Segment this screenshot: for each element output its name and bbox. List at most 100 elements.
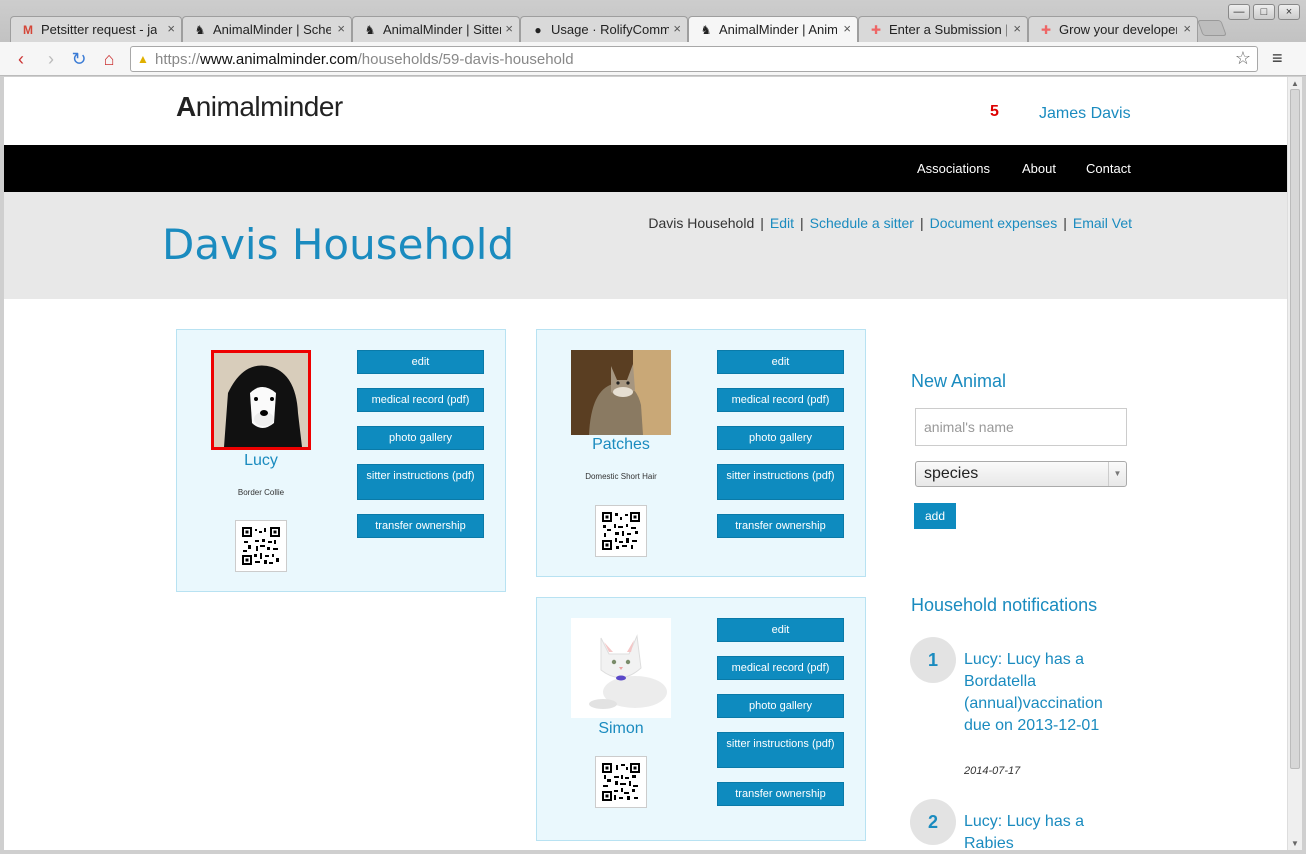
main-navbar: Associations About Contact	[4, 145, 1287, 192]
animal-card-patches: Patches Domestic Short Hair edit medical…	[536, 329, 866, 577]
add-animal-button[interactable]: add	[914, 503, 956, 529]
household-actions: Davis Household | Edit | Schedule a sitter | D…	[648, 215, 1132, 231]
browser-tab-active[interactable]: ♞ AnimalMinder | Anim ×	[688, 16, 858, 42]
browser-tab[interactable]: ♞ AnimalMinder | Schec ×	[182, 16, 352, 42]
animal-photo-patches[interactable]	[571, 350, 671, 435]
notification-number: 2	[910, 799, 956, 845]
new-animal-heading: New Animal	[911, 371, 1007, 391]
browser-tab[interactable]: ♞ AnimalMinder | Sitter ×	[352, 16, 520, 42]
species-select[interactable]: species ▼	[915, 461, 1127, 487]
edit-household-link[interactable]: Edit	[770, 215, 794, 231]
photo-gallery-button[interactable]: photo gallery	[717, 426, 844, 450]
sitter-instructions-button[interactable]: sitter instructions (pdf)	[357, 464, 484, 500]
close-icon[interactable]: ×	[1013, 21, 1021, 36]
medical-record-button[interactable]: medical record (pdf)	[717, 388, 844, 412]
notification-flag-icon[interactable]: 5	[990, 103, 1014, 127]
page-scrollbar[interactable]: ▲ ▼	[1287, 77, 1302, 850]
close-icon[interactable]: ×	[505, 21, 513, 36]
nav-associations[interactable]: Associations	[917, 161, 990, 176]
animal-breed: Border Collie	[237, 488, 285, 497]
puzzle-icon: ✚	[1040, 23, 1052, 37]
medical-record-button[interactable]: medical record (pdf)	[357, 388, 484, 412]
crumb-current: Davis Household	[648, 215, 755, 231]
animal-breed: Domestic Short Hair	[585, 472, 657, 481]
edit-button[interactable]: edit	[717, 350, 844, 374]
lock-warning-icon: ▲	[137, 52, 149, 66]
scroll-down-icon[interactable]: ▼	[1291, 839, 1299, 848]
notification-count: 5	[990, 103, 999, 120]
close-icon[interactable]: ×	[337, 21, 345, 36]
url-path: /households/59-davis-household	[357, 51, 574, 68]
separator: |	[760, 215, 764, 231]
puzzle-icon: ✚	[870, 23, 882, 37]
nav-about[interactable]: About	[1022, 161, 1056, 176]
user-menu[interactable]: James Davis	[1039, 105, 1131, 123]
animal-photo-lucy[interactable]	[211, 350, 311, 450]
transfer-ownership-button[interactable]: transfer ownership	[717, 514, 844, 538]
browser-tab[interactable]: M Petsitter request - ja ×	[10, 16, 182, 42]
document-expenses-link[interactable]: Document expenses	[930, 215, 1058, 231]
notification-link[interactable]: Lucy: Lucy has a Bordatella (annual)vacc…	[964, 649, 1126, 737]
notification-item: 2 Lucy: Lucy has a Rabies	[910, 799, 1130, 850]
tab-title: AnimalMinder | Sitter	[383, 22, 501, 37]
browser-tab[interactable]: ✚ Grow your developer ×	[1028, 16, 1198, 42]
animal-name[interactable]: Patches	[571, 436, 671, 454]
qr-code[interactable]	[595, 505, 647, 557]
address-bar[interactable]: ▲ https://www.animalminder.com/household…	[130, 46, 1258, 72]
close-icon[interactable]: ×	[167, 21, 175, 36]
close-icon[interactable]: ×	[673, 21, 681, 36]
browser-tab[interactable]: ✚ Enter a Submission | C ×	[858, 16, 1028, 42]
photo-gallery-button[interactable]: photo gallery	[717, 694, 844, 718]
edit-button[interactable]: edit	[357, 350, 484, 374]
animal-name[interactable]: Lucy	[211, 452, 311, 470]
sitter-instructions-button[interactable]: sitter instructions (pdf)	[717, 732, 844, 768]
close-icon[interactable]: ×	[1183, 21, 1191, 36]
bookmark-star-icon[interactable]: ☆	[1235, 48, 1251, 69]
maximize-button[interactable]: □	[1253, 4, 1275, 20]
notification-link[interactable]: Lucy: Lucy has a Rabies	[964, 811, 1126, 850]
separator: |	[800, 215, 804, 231]
photo-gallery-button[interactable]: photo gallery	[357, 426, 484, 450]
tab-title: AnimalMinder | Schec	[213, 22, 331, 37]
animal-card-lucy: Lucy Border Collie edit medical record (…	[176, 329, 506, 592]
animal-name[interactable]: Simon	[571, 720, 671, 738]
schedule-sitter-link[interactable]: Schedule a sitter	[810, 215, 914, 231]
close-window-button[interactable]: ×	[1278, 4, 1300, 20]
transfer-ownership-button[interactable]: transfer ownership	[357, 514, 484, 538]
email-vet-link[interactable]: Email Vet	[1073, 215, 1132, 231]
transfer-ownership-button[interactable]: transfer ownership	[717, 782, 844, 806]
new-tab-button[interactable]	[1197, 20, 1227, 36]
site-logo[interactable]: Animalminder	[176, 91, 343, 123]
page-header: Davis Household Davis Household | Edit | Sch…	[4, 192, 1287, 299]
menu-icon[interactable]: ≡	[1272, 48, 1283, 69]
url-host: www.animalminder.com	[200, 51, 358, 68]
notification-item: 1 Lucy: Lucy has a Bordatella (annual)va…	[910, 637, 1130, 777]
minimize-button[interactable]: —	[1228, 4, 1250, 20]
separator: |	[919, 215, 924, 231]
home-icon[interactable]: ⌂	[98, 48, 120, 70]
edit-button[interactable]: edit	[717, 618, 844, 642]
browser-toolbar: ‹ › ↻ ⌂ ▲ https://www.animalminder.com/h…	[0, 42, 1306, 76]
back-icon[interactable]: ‹	[10, 48, 32, 70]
tab-title: Petsitter request - ja	[41, 22, 158, 37]
scrollbar-thumb[interactable]	[1290, 89, 1300, 769]
chevron-down-icon: ▼	[1108, 462, 1126, 486]
browser-tab[interactable]: ● Usage · RolifyCommu ×	[520, 16, 688, 42]
page-title: Davis Household	[162, 220, 515, 269]
tab-title: AnimalMinder | Anim	[719, 22, 837, 37]
animal-card-simon: Simon edit medical record (pdf) photo ga…	[536, 597, 866, 841]
scroll-up-icon[interactable]: ▲	[1291, 79, 1299, 88]
logo-letter: A	[176, 91, 196, 122]
animal-photo-simon[interactable]	[571, 618, 671, 718]
tab-title: Enter a Submission | C	[889, 22, 1007, 37]
medical-record-button[interactable]: medical record (pdf)	[717, 656, 844, 680]
qr-code[interactable]	[595, 756, 647, 808]
github-icon: ●	[534, 23, 542, 37]
close-icon[interactable]: ×	[843, 21, 851, 36]
animal-name-input[interactable]: animal's name	[915, 408, 1127, 446]
sitter-instructions-button[interactable]: sitter instructions (pdf)	[717, 464, 844, 500]
qr-code[interactable]	[235, 520, 287, 572]
reload-icon[interactable]: ↻	[68, 48, 90, 70]
nav-contact[interactable]: Contact	[1086, 161, 1131, 176]
forward-icon[interactable]: ›	[40, 48, 62, 70]
